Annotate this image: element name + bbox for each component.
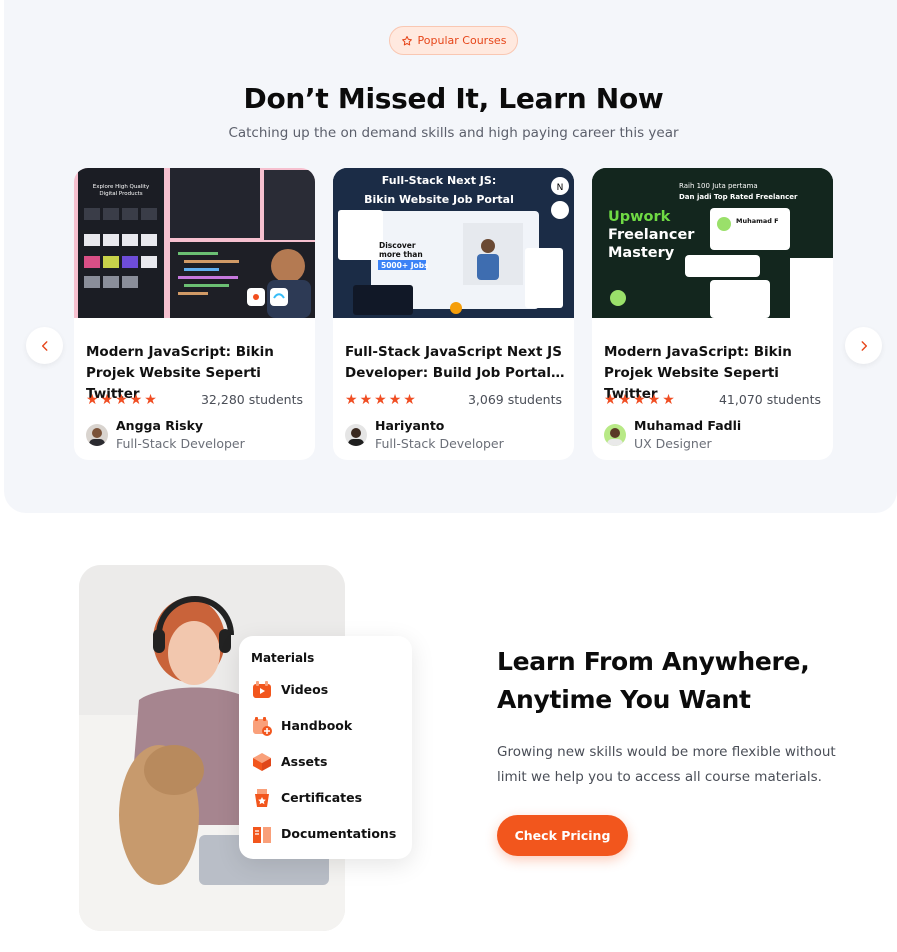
course-card[interactable]: Explore High Quality Digital Products Mo… — [74, 168, 315, 460]
thumb-text: Digital Products — [99, 191, 142, 197]
material-label: Documentations — [281, 826, 397, 841]
feature-title: Learn From Anywhere, Anytime You Want — [497, 643, 857, 719]
section-subtitle: Catching up the on demand skills and hig… — [228, 125, 679, 141]
instructor-role: UX Designer — [634, 436, 712, 451]
material-label: Certificates — [281, 790, 363, 805]
carousel-next-button[interactable] — [845, 327, 882, 364]
material-label: Assets — [281, 754, 328, 769]
thumb-text: Raih 100 Juta pertama — [679, 182, 758, 190]
materials-card: Materials Videos Handbook Assets Certifi… — [239, 636, 412, 859]
instructor-name: Angga Risky — [116, 418, 204, 433]
course-title[interactable]: Full-Stack JavaScript Next JS Developer:… — [345, 342, 567, 384]
instructor-role: Full-Stack Developer — [116, 436, 245, 451]
course-thumbnail: Full-Stack Next JS: Bikin Website Job Po… — [333, 168, 574, 318]
avatar — [604, 424, 626, 446]
instructor-role: Full-Stack Developer — [375, 436, 504, 451]
avatar — [345, 424, 367, 446]
star-outline-icon — [401, 35, 412, 45]
rating-stars: ★ ★ ★ ★ ★ — [604, 392, 675, 408]
instructor-name: Muhamad Fadli — [634, 418, 742, 433]
thumb-text: Discover — [379, 241, 416, 250]
thumb-text: Dan jadi Top Rated Freelancer — [679, 193, 798, 201]
section-title: Don’t Missed It, Learn Now — [243, 82, 664, 115]
assets-icon — [251, 751, 272, 772]
material-item-videos[interactable]: Videos — [251, 679, 328, 700]
certificate-icon — [251, 787, 272, 808]
student-count: 32,280 students — [200, 392, 303, 407]
feature-title-line: Anytime You Want — [497, 685, 751, 714]
student-count: 3,069 students — [467, 392, 562, 407]
documentation-icon — [251, 823, 272, 844]
thumb-text: Explore High Quality — [93, 184, 150, 190]
popular-courses-badge: Popular Courses — [389, 26, 518, 55]
rating-stars: ★ ★ ★ ★ ★ — [345, 392, 416, 408]
material-item-documentations[interactable]: Documentations — [251, 823, 396, 844]
thumb-text: more than — [379, 250, 423, 259]
check-pricing-button[interactable]: Check Pricing — [497, 815, 628, 856]
thumb-text: Freelancer — [608, 227, 695, 243]
course-card[interactable]: Full-Stack Next JS: Bikin Website Job Po… — [333, 168, 574, 460]
avatar — [86, 424, 108, 446]
feature-description-line: limit we help you to access all course m… — [497, 769, 822, 785]
chevron-right-icon — [861, 340, 867, 351]
material-item-assets[interactable]: Assets — [251, 751, 327, 772]
thumb-text: Upwork — [608, 209, 671, 225]
course-card[interactable]: Upwork Freelancer Mastery Raih 100 Juta … — [592, 168, 833, 460]
instructor-name: Hariyanto — [375, 418, 445, 433]
thumb-text: Bikin Website Job Portal — [364, 193, 514, 206]
chevron-left-icon — [41, 340, 47, 351]
badge-label: Popular Courses — [417, 34, 507, 47]
thumb-text: Muhamad F — [736, 217, 779, 225]
thumb-text: Mastery — [608, 245, 675, 261]
materials-title: Materials — [251, 651, 315, 665]
material-item-certificates[interactable]: Certificates — [251, 787, 362, 808]
thumb-text: 5000+ Jobs — [381, 261, 429, 270]
student-count: 41,070 students — [718, 392, 821, 407]
material-label: Handbook — [281, 718, 353, 733]
handbook-icon — [251, 715, 272, 736]
course-thumbnail: Upwork Freelancer Mastery Raih 100 Juta … — [592, 168, 833, 318]
course-thumbnail: Explore High Quality Digital Products — [74, 168, 315, 318]
material-item-handbook[interactable]: Handbook — [251, 715, 352, 736]
thumb-text: Full-Stack Next JS: — [382, 174, 496, 187]
feature-title-line: Learn From Anywhere, — [497, 647, 810, 676]
rating-stars: ★ ★ ★ ★ ★ — [86, 392, 157, 408]
svg-text:N: N — [557, 183, 564, 193]
material-label: Videos — [281, 682, 329, 697]
carousel-prev-button[interactable] — [26, 327, 63, 364]
video-icon — [251, 679, 272, 700]
feature-description-line: Growing new skills would be more flexibl… — [497, 744, 836, 760]
feature-description: Growing new skills would be more flexibl… — [497, 740, 847, 790]
